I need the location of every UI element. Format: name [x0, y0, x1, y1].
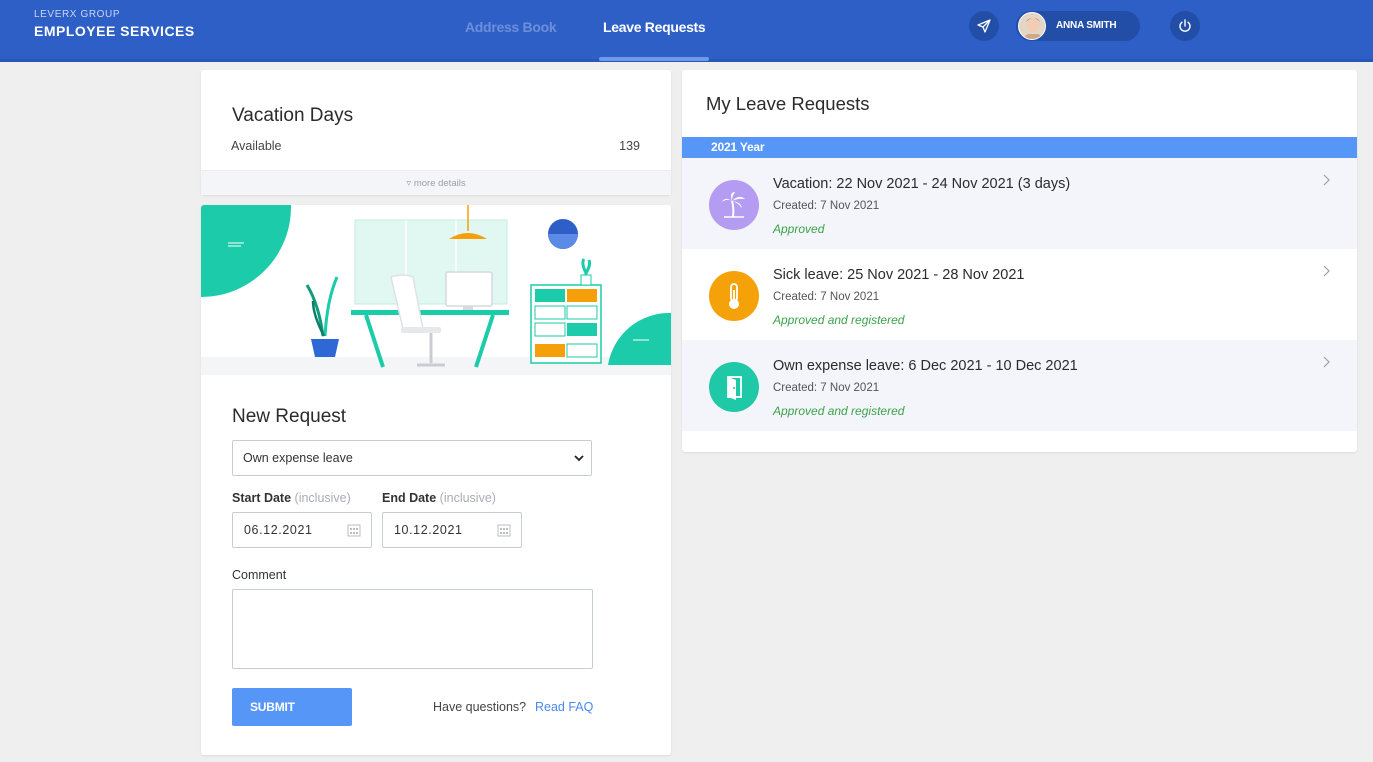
more-details-label: more details	[413, 178, 466, 189]
chevron-down-icon	[574, 455, 584, 462]
leave-request-title: Vacation: 22 Nov 2021 - 24 Nov 2021 (3 d…	[773, 176, 1071, 192]
leave-type-badge	[709, 180, 759, 230]
leave-request-status: Approved	[773, 222, 825, 236]
my-leave-requests-title: My Leave Requests	[706, 93, 870, 114]
end-date-label-text: End Date	[382, 491, 437, 505]
year-group-header: 2021 Year	[682, 137, 1357, 158]
power-icon	[1179, 19, 1191, 32]
start-date-value: 06.12.2021	[244, 523, 313, 537]
door-icon	[727, 376, 742, 400]
leave-request-title: Own expense leave: 6 Dec 2021 - 10 Dec 2…	[773, 358, 1078, 374]
brand-company: LEVERX GROUP	[34, 9, 121, 20]
leave-request-created: Created: 7 Nov 2021	[773, 200, 880, 212]
my-leave-requests-card: My Leave Requests 2021 Year Vacation: 22…	[682, 70, 1357, 452]
start-date-input[interactable]: 06.12.2021	[232, 512, 372, 548]
calendar-icon[interactable]	[347, 523, 361, 537]
brand-app-name[interactable]: EMPLOYEE SERVICES	[34, 23, 195, 39]
leave-request-status: Approved and registered	[773, 313, 905, 327]
chevron-right-icon	[1323, 174, 1330, 186]
leave-request-status: Approved and registered	[773, 404, 905, 418]
nav-active-indicator	[599, 57, 709, 61]
leave-request-row[interactable]: Sick leave: 25 Nov 2021 - 28 Nov 2021 Cr…	[682, 249, 1357, 340]
end-date-input[interactable]: 10.12.2021	[382, 512, 522, 548]
leave-request-row[interactable]: Own expense leave: 6 Dec 2021 - 10 Dec 2…	[682, 340, 1357, 431]
leave-type-badge	[709, 362, 759, 412]
new-request-card: New Request Own expense leave Start Date…	[201, 205, 671, 755]
send-button[interactable]	[969, 11, 999, 41]
comment-label: Comment	[232, 568, 287, 582]
leave-type-badge	[709, 271, 759, 321]
more-details-toggle[interactable]: ▿ more details	[201, 170, 671, 195]
vacation-days-card: Vacation Days Available 139 ▿ more detai…	[201, 70, 671, 195]
thermometer-icon	[729, 283, 739, 309]
send-icon	[977, 19, 991, 33]
submit-button[interactable]: SUBMIT	[232, 688, 352, 726]
available-label: Available	[231, 139, 282, 153]
leave-request-created: Created: 7 Nov 2021	[773, 382, 880, 394]
end-date-hint: (inclusive)	[439, 491, 496, 505]
available-value: 139	[619, 139, 640, 153]
leave-type-select[interactable]: Own expense leave	[232, 440, 592, 476]
start-date-label-text: Start Date	[232, 491, 292, 505]
chevron-right-icon	[1323, 356, 1330, 368]
top-bar: LEVERX GROUP EMPLOYEE SERVICES Address B…	[0, 0, 1373, 62]
user-menu[interactable]: ANNA SMITH	[1016, 11, 1140, 41]
vacation-days-title: Vacation Days	[232, 105, 354, 126]
end-date-label: End Date (inclusive)	[382, 491, 496, 505]
double-chevron-down-icon: ▿	[406, 178, 412, 189]
faq-question: Have questions?	[433, 700, 527, 714]
nav-leave-requests[interactable]: Leave Requests	[603, 19, 706, 35]
comment-textarea[interactable]	[232, 589, 593, 669]
end-date-value: 10.12.2021	[394, 523, 463, 537]
logout-button[interactable]	[1170, 11, 1200, 41]
read-faq-link[interactable]: Read FAQ	[535, 700, 593, 714]
office-illustration	[201, 205, 671, 375]
nav-address-book[interactable]: Address Book	[465, 19, 557, 35]
start-date-hint: (inclusive)	[294, 491, 351, 505]
leave-request-created: Created: 7 Nov 2021	[773, 291, 880, 303]
user-name: ANNA SMITH	[1056, 20, 1117, 31]
leave-request-title: Sick leave: 25 Nov 2021 - 28 Nov 2021	[773, 267, 1025, 283]
avatar	[1018, 12, 1046, 40]
leave-type-value: Own expense leave	[243, 451, 353, 465]
chevron-right-icon	[1323, 265, 1330, 277]
leave-request-row[interactable]: Vacation: 22 Nov 2021 - 24 Nov 2021 (3 d…	[682, 158, 1357, 249]
start-date-label: Start Date (inclusive)	[232, 491, 351, 505]
new-request-title: New Request	[232, 406, 347, 427]
calendar-icon[interactable]	[497, 523, 511, 537]
palm-tree-icon	[722, 192, 745, 218]
